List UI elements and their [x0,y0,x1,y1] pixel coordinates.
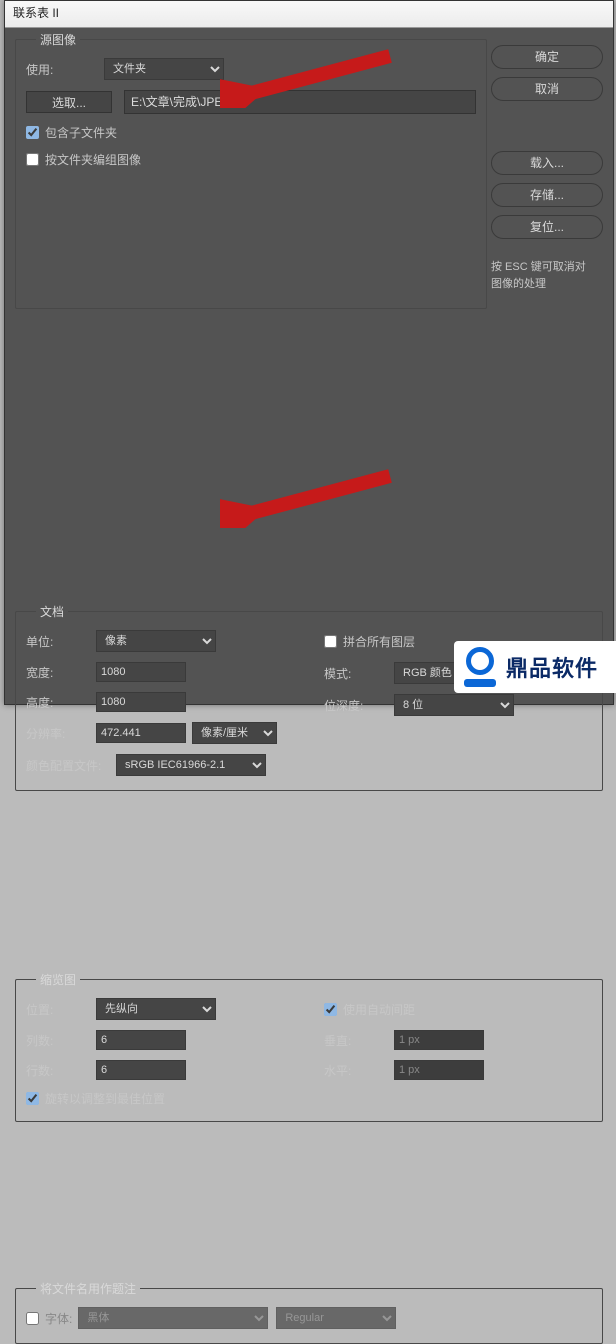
mode-label: 模式: [324,665,394,682]
group-thumbnail: 缩览图 位置: 先纵向 列数: 行数: [15,971,603,1122]
group-by-folder-checkbox[interactable] [26,153,39,166]
choose-button[interactable]: 选取... [26,91,112,113]
rows-label: 行数: [26,1062,96,1079]
font-label: 字体: [45,1310,72,1327]
font-style-select: Regular [276,1307,396,1329]
unit-select[interactable]: 像素 [96,630,216,652]
reset-button[interactable]: 复位... [491,215,603,239]
font-select: 黑体 [78,1307,268,1329]
cols-input[interactable] [96,1030,186,1050]
path-display: E:\文章\完成\JPEG [124,90,476,114]
flatten-checkbox[interactable] [324,635,337,648]
esc-hint: 按 ESC 键可取消对 图像的处理 [491,259,603,292]
group-filename-legend: 将文件名用作题注 [36,1280,140,1297]
ok-button[interactable]: 确定 [491,45,603,69]
cancel-button[interactable]: 取消 [491,77,603,101]
window-titlebar[interactable]: 联系表 II [5,1,613,28]
group-source: 源图像 使用: 文件夹 选取... E:\文章\完成\JPEG 包含子文件夹 按… [15,31,487,309]
save-button[interactable]: 存储... [491,183,603,207]
group-source-legend: 源图像 [36,31,80,48]
include-subfolders-checkbox[interactable] [26,126,39,139]
rows-input[interactable] [96,1060,186,1080]
auto-spacing-checkbox[interactable] [324,1003,337,1016]
rotate-label: 旋转以调整到最佳位置 [45,1090,165,1107]
resolution-unit-select[interactable]: 像素/厘米 [192,722,277,744]
flatten-label: 拼合所有图层 [343,633,415,650]
watermark-text: 鼎品软件 [506,651,598,683]
resolution-input[interactable] [96,723,186,743]
use-select[interactable]: 文件夹 [104,58,224,80]
watermark-icon [464,647,496,687]
height-label: 高度: [26,694,96,711]
dialog-buttons: 确定 取消 载入... 存储... 复位... 按 ESC 键可取消对 图像的处… [491,45,603,292]
horizontal-label: 水平: [324,1062,394,1079]
load-button[interactable]: 载入... [491,151,603,175]
position-label: 位置: [26,1001,96,1018]
resolution-label: 分辨率: [26,725,96,742]
width-label: 宽度: [26,664,96,681]
depth-label: 位深度: [324,697,394,714]
watermark: 鼎品软件 [454,641,616,693]
auto-spacing-label: 使用自动间距 [343,1001,415,1018]
profile-label: 颜色配置文件: [26,757,116,774]
group-by-folder-label: 按文件夹编组图像 [45,151,141,168]
group-filename-caption: 将文件名用作题注 字体: 黑体 Regular [15,1280,603,1344]
group-document-legend: 文档 [36,603,68,620]
profile-select[interactable]: sRGB IEC61966-2.1 [116,754,266,776]
width-input[interactable] [96,662,186,682]
rotate-checkbox[interactable] [26,1092,39,1105]
group-thumbnail-legend: 缩览图 [36,971,80,988]
use-label: 使用: [26,61,104,78]
depth-select[interactable]: 8 位 [394,694,514,716]
vertical-input [394,1030,484,1050]
vertical-label: 垂直: [324,1032,394,1049]
cols-label: 列数: [26,1032,96,1049]
font-checkbox[interactable] [26,1312,39,1325]
group-document: 文档 单位: 像素 宽度: 高度: 分辨率 [15,603,603,791]
window-title: 联系表 II [13,6,59,20]
include-subfolders-label: 包含子文件夹 [45,124,117,141]
horizontal-input [394,1060,484,1080]
unit-label: 单位: [26,633,96,650]
position-select[interactable]: 先纵向 [96,998,216,1020]
height-input[interactable] [96,692,186,712]
dialog-window: 联系表 II 确定 取消 载入... 存储... 复位... 按 ESC 键可取… [4,0,614,705]
